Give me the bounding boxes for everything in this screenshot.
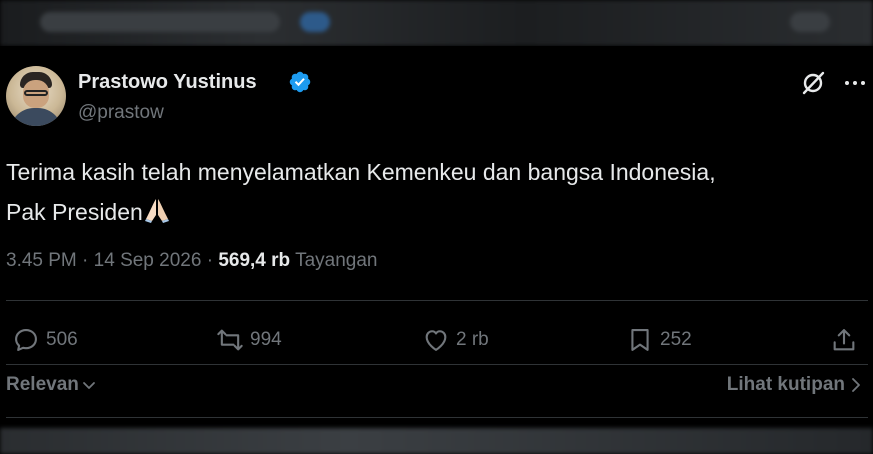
- author-name[interactable]: Prastowo Yustinus: [78, 71, 257, 94]
- view-quotes-link[interactable]: Lihat kutipan: [727, 374, 863, 396]
- views-count: 569,4 rb: [218, 250, 291, 271]
- divider: [6, 417, 868, 418]
- tweet-text-line-1: Terima kasih telah menyelamatkan Kemenke…: [6, 159, 716, 185]
- folded-hands-icon: [144, 199, 169, 223]
- tweet-card: Prastowo Yustinus @prastow Terima kasih …: [0, 46, 873, 428]
- divider: [6, 300, 868, 301]
- tweet-time[interactable]: 3.45 PM: [6, 250, 77, 271]
- tweet-text: Terima kasih telah menyelamatkan Kemenke…: [6, 152, 866, 232]
- chevron-down-icon: [82, 382, 95, 389]
- meta-separator: ·: [82, 250, 89, 271]
- share-button[interactable]: [830, 322, 858, 358]
- more-icon[interactable]: [842, 70, 868, 96]
- share-icon: [833, 329, 855, 351]
- tweet-text-line-2: Pak Presiden: [6, 192, 866, 232]
- tweet-text-line-2-content: Pak Presiden: [6, 199, 143, 225]
- avatar[interactable]: [6, 66, 66, 126]
- repost-icon: [217, 329, 243, 351]
- like-count: 2 rb: [456, 329, 489, 350]
- like-button[interactable]: 2 rb: [422, 322, 489, 358]
- chevron-right-icon: [852, 378, 860, 392]
- repost-button[interactable]: 994: [216, 322, 282, 358]
- reply-count: 506: [46, 329, 78, 350]
- views-label: Tayangan: [295, 250, 378, 271]
- sort-dropdown[interactable]: Relevan: [6, 374, 97, 396]
- grok-icon[interactable]: [800, 70, 826, 96]
- sort-label: Relevan: [6, 374, 79, 395]
- tweet-meta: 3.45 PM · 14 Sep 2026 · 569,4 rb Tayanga…: [6, 250, 377, 272]
- action-bar: 506 994 2 rb 252: [0, 322, 873, 358]
- verified-badge-icon: [289, 71, 311, 93]
- reply-button[interactable]: 506: [12, 322, 78, 358]
- heart-icon: [425, 330, 447, 351]
- blurred-background-bottom: [0, 428, 873, 454]
- meta-separator-2: ·: [206, 250, 214, 271]
- bookmark-button[interactable]: 252: [626, 322, 692, 358]
- bookmark-count: 252: [660, 329, 692, 350]
- view-quotes-label: Lihat kutipan: [726, 374, 845, 395]
- repost-count: 994: [250, 329, 282, 350]
- divider: [6, 364, 868, 365]
- author-handle[interactable]: @prastow: [78, 102, 164, 124]
- tweet-date[interactable]: 14 Sep 2026: [94, 250, 202, 271]
- reply-icon: [15, 329, 37, 351]
- blurred-background-top: [0, 0, 873, 46]
- bookmark-icon: [631, 329, 649, 351]
